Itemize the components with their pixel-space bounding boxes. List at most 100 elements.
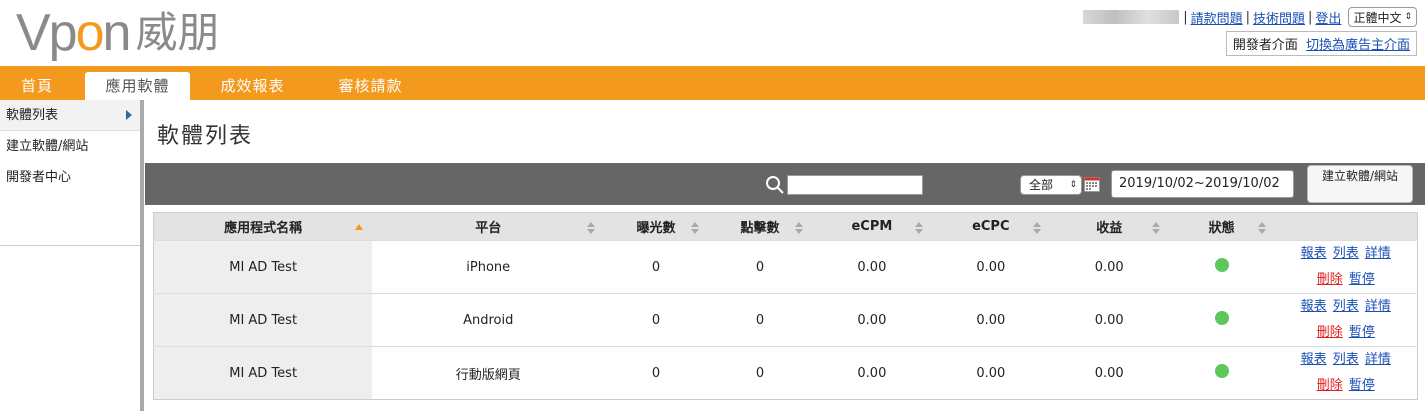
platform-cell: Android: [372, 293, 605, 347]
delete-link[interactable]: 刪除: [1317, 378, 1343, 393]
main-nav: 首頁 應用軟體 成效報表 審核請款: [0, 66, 1425, 100]
pause-link[interactable]: 暫停: [1349, 272, 1375, 287]
details-link[interactable]: 詳情: [1365, 246, 1391, 261]
updown-arrow-icon: ⇕: [1069, 180, 1077, 190]
create-app-button[interactable]: 建立軟體/網站: [1307, 165, 1413, 203]
impressions-cell: 0: [604, 293, 709, 347]
ecpc-cell: 0.00: [931, 346, 1050, 400]
logo-chinese-name: 威朋: [135, 8, 220, 57]
sort-asc-icon: [355, 224, 364, 230]
clicks-cell: 0: [708, 346, 812, 400]
sort-icon: [587, 222, 596, 234]
sidebar: 軟體列表 建立軟體/網站 開發者中心: [0, 100, 144, 411]
search-input[interactable]: [787, 175, 923, 195]
table-row: MI AD Test iPhone 0 0 0.00 0.00 0.00 報表 …: [153, 240, 1418, 294]
report-link[interactable]: 報表: [1301, 299, 1327, 314]
sort-icon: [794, 222, 803, 234]
status-active-icon: [1214, 311, 1229, 325]
date-range-input[interactable]: 2019/10/02~2019/10/02: [1111, 170, 1294, 198]
platform-cell: 行動版網頁: [372, 346, 605, 400]
sidebar-item-developer-center[interactable]: 開發者中心: [0, 162, 140, 193]
sort-icon: [1151, 222, 1160, 234]
tab-home[interactable]: 首頁: [0, 72, 74, 100]
col-header-platform[interactable]: 平台: [372, 212, 605, 241]
ecpc-cell: 0.00: [931, 240, 1050, 294]
sort-icon: [1257, 222, 1266, 234]
actions-cell: 報表 列表 詳情 刪除 暫停: [1274, 293, 1418, 347]
top-links: | 請款問題 | 技術問題 | 登出 正體中文 ⇕: [1083, 7, 1417, 27]
list-link[interactable]: 列表: [1333, 352, 1359, 367]
status-active-icon: [1214, 364, 1229, 378]
clicks-cell: 0: [708, 240, 812, 294]
app-name-cell: MI AD Test: [153, 240, 373, 294]
delete-link[interactable]: 刪除: [1317, 272, 1343, 287]
list-link[interactable]: 列表: [1333, 246, 1359, 261]
delete-link[interactable]: 刪除: [1317, 325, 1343, 340]
updown-arrow-icon: ⇕: [1404, 12, 1412, 22]
pause-link[interactable]: 暫停: [1349, 378, 1375, 393]
actions-cell: 報表 列表 詳情 刪除 暫停: [1274, 346, 1418, 400]
actions-cell: 報表 列表 詳情 刪除 暫停: [1274, 240, 1418, 294]
app-name-cell: MI AD Test: [153, 346, 373, 400]
impressions-cell: 0: [604, 240, 709, 294]
header: Vpon 威朋 | 請款問題 | 技術問題 | 登出 正體中文 ⇕ 開發者介面 …: [0, 0, 1425, 66]
col-header-impressions[interactable]: 曝光數: [604, 212, 709, 241]
status-cell: [1168, 293, 1275, 347]
report-link[interactable]: 報表: [1301, 352, 1327, 367]
ecpm-cell: 0.00: [811, 293, 932, 347]
switch-to-advertiser-link[interactable]: 切換為廣告主介面: [1306, 38, 1410, 53]
col-header-ecpm[interactable]: eCPM: [811, 212, 932, 241]
col-header-actions: [1274, 212, 1418, 241]
col-header-app-name[interactable]: 應用程式名稱: [153, 212, 373, 241]
sort-icon: [1032, 222, 1041, 234]
pause-link[interactable]: 暫停: [1349, 325, 1375, 340]
tab-apps[interactable]: 應用軟體: [85, 72, 190, 100]
status-active-icon: [1214, 258, 1229, 272]
apps-table: 應用程式名稱 平台 曝光數 點擊數 eCPM eCPC 收益 狀態 MI AD …: [153, 212, 1418, 400]
revenue-cell: 0.00: [1049, 240, 1169, 294]
revenue-cell: 0.00: [1049, 346, 1169, 400]
col-header-status[interactable]: 狀態: [1168, 212, 1275, 241]
logout-link[interactable]: 登出: [1315, 8, 1341, 27]
language-select[interactable]: 正體中文 ⇕: [1348, 7, 1417, 27]
billing-question-link[interactable]: 請款問題: [1191, 8, 1243, 27]
range-select[interactable]: 全部 ⇕: [1020, 175, 1082, 195]
table-header-row: 應用程式名稱 平台 曝光數 點擊數 eCPM eCPC 收益 狀態: [153, 212, 1418, 241]
impressions-cell: 0: [604, 346, 709, 400]
col-header-revenue[interactable]: 收益: [1049, 212, 1169, 241]
tech-question-link[interactable]: 技術問題: [1253, 8, 1305, 27]
clicks-cell: 0: [708, 293, 812, 347]
table-row: MI AD Test Android 0 0 0.00 0.00 0.00 報表…: [153, 293, 1418, 347]
tab-reports[interactable]: 成效報表: [200, 72, 305, 100]
col-header-clicks[interactable]: 點擊數: [708, 212, 812, 241]
ecpm-cell: 0.00: [811, 346, 932, 400]
details-link[interactable]: 詳情: [1365, 299, 1391, 314]
ecpm-cell: 0.00: [811, 240, 932, 294]
tab-review-billing[interactable]: 審核請款: [318, 72, 423, 100]
interface-switcher: 開發者介面 切換為廣告主介面: [1225, 31, 1417, 56]
sidebar-item-app-list[interactable]: 軟體列表: [0, 100, 140, 131]
calendar-icon[interactable]: [1084, 177, 1100, 192]
caret-right-icon: [126, 110, 132, 120]
sidebar-divider: [0, 245, 140, 246]
table-row: MI AD Test 行動版網頁 0 0 0.00 0.00 0.00 報表 列…: [153, 346, 1418, 400]
sidebar-item-create-app[interactable]: 建立軟體/網站: [0, 131, 140, 162]
toolbar: 全部 ⇕ 2019/10/02~2019/10/02 建立軟體/網站: [145, 163, 1425, 205]
revenue-cell: 0.00: [1049, 293, 1169, 347]
details-link[interactable]: 詳情: [1365, 352, 1391, 367]
page-title: 軟體列表: [157, 124, 254, 149]
sort-icon: [914, 222, 923, 234]
blurred-username: [1083, 10, 1180, 24]
search-icon[interactable]: [765, 175, 785, 195]
ecpc-cell: 0.00: [931, 293, 1050, 347]
developer-interface-label: 開發者介面: [1232, 38, 1298, 53]
app-name-cell: MI AD Test: [153, 293, 373, 347]
report-link[interactable]: 報表: [1301, 246, 1327, 261]
col-header-ecpc[interactable]: eCPC: [931, 212, 1050, 241]
platform-cell: iPhone: [372, 240, 605, 294]
status-cell: [1168, 346, 1275, 400]
logo-wordmark: Vpon: [16, 4, 131, 62]
status-cell: [1168, 240, 1275, 294]
vpon-logo[interactable]: Vpon 威朋: [16, 2, 219, 64]
list-link[interactable]: 列表: [1333, 299, 1359, 314]
